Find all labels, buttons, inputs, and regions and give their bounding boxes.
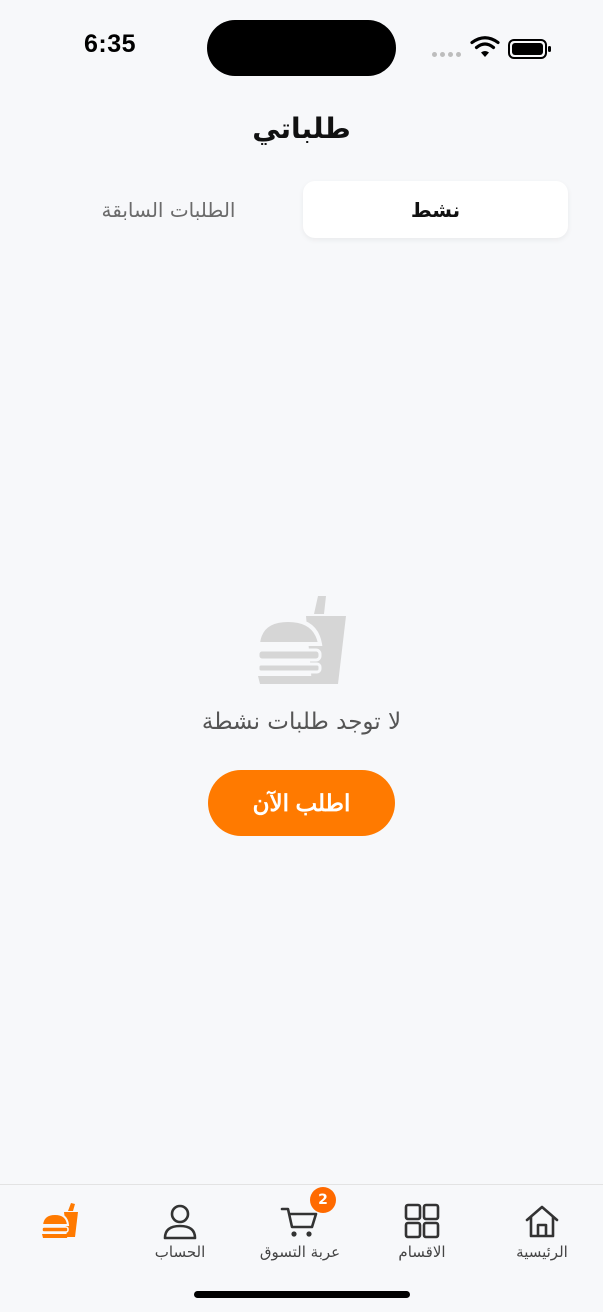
status-time: 6:35 (84, 30, 137, 58)
nav-item-categories[interactable]: الاقسام (362, 1185, 482, 1275)
nav-label-home: الرئيسية (516, 1243, 568, 1261)
nav-label-cart: عربة التسوق (259, 1243, 341, 1261)
home-indicator[interactable] (194, 1291, 410, 1298)
cellular-signal-icon (432, 48, 464, 62)
page-title: طلباتي (252, 112, 351, 145)
nav-item-home[interactable]: الرئيسية (482, 1185, 602, 1275)
order-tabs: نشط الطلبات السابقة (36, 178, 568, 242)
nav-label-account: الحساب (154, 1243, 206, 1261)
dynamic-island (207, 20, 396, 76)
nav-item-account[interactable]: الحساب (120, 1185, 240, 1275)
orders-icon (40, 1203, 78, 1238)
grid-icon (404, 1203, 440, 1239)
order-now-button[interactable]: اطلب الآن (208, 770, 395, 836)
wifi-icon (470, 36, 500, 57)
status-bar: 6:35 (0, 0, 603, 96)
battery-icon (508, 39, 551, 59)
user-icon (163, 1204, 197, 1240)
tab-previous-orders[interactable]: الطلبات السابقة (36, 181, 301, 238)
home-icon (525, 1205, 559, 1238)
nav-label-categories: الاقسام (398, 1243, 446, 1261)
tab-active-orders[interactable]: نشط (303, 181, 568, 238)
cart-count-badge: 2 (310, 1187, 336, 1213)
burger-drink-icon (255, 596, 346, 684)
nav-item-cart[interactable]: 2 عربة التسوق (240, 1185, 360, 1275)
nav-item-orders[interactable] (0, 1185, 120, 1275)
empty-state-message: لا توجد طلبات نشطة (201, 709, 402, 735)
